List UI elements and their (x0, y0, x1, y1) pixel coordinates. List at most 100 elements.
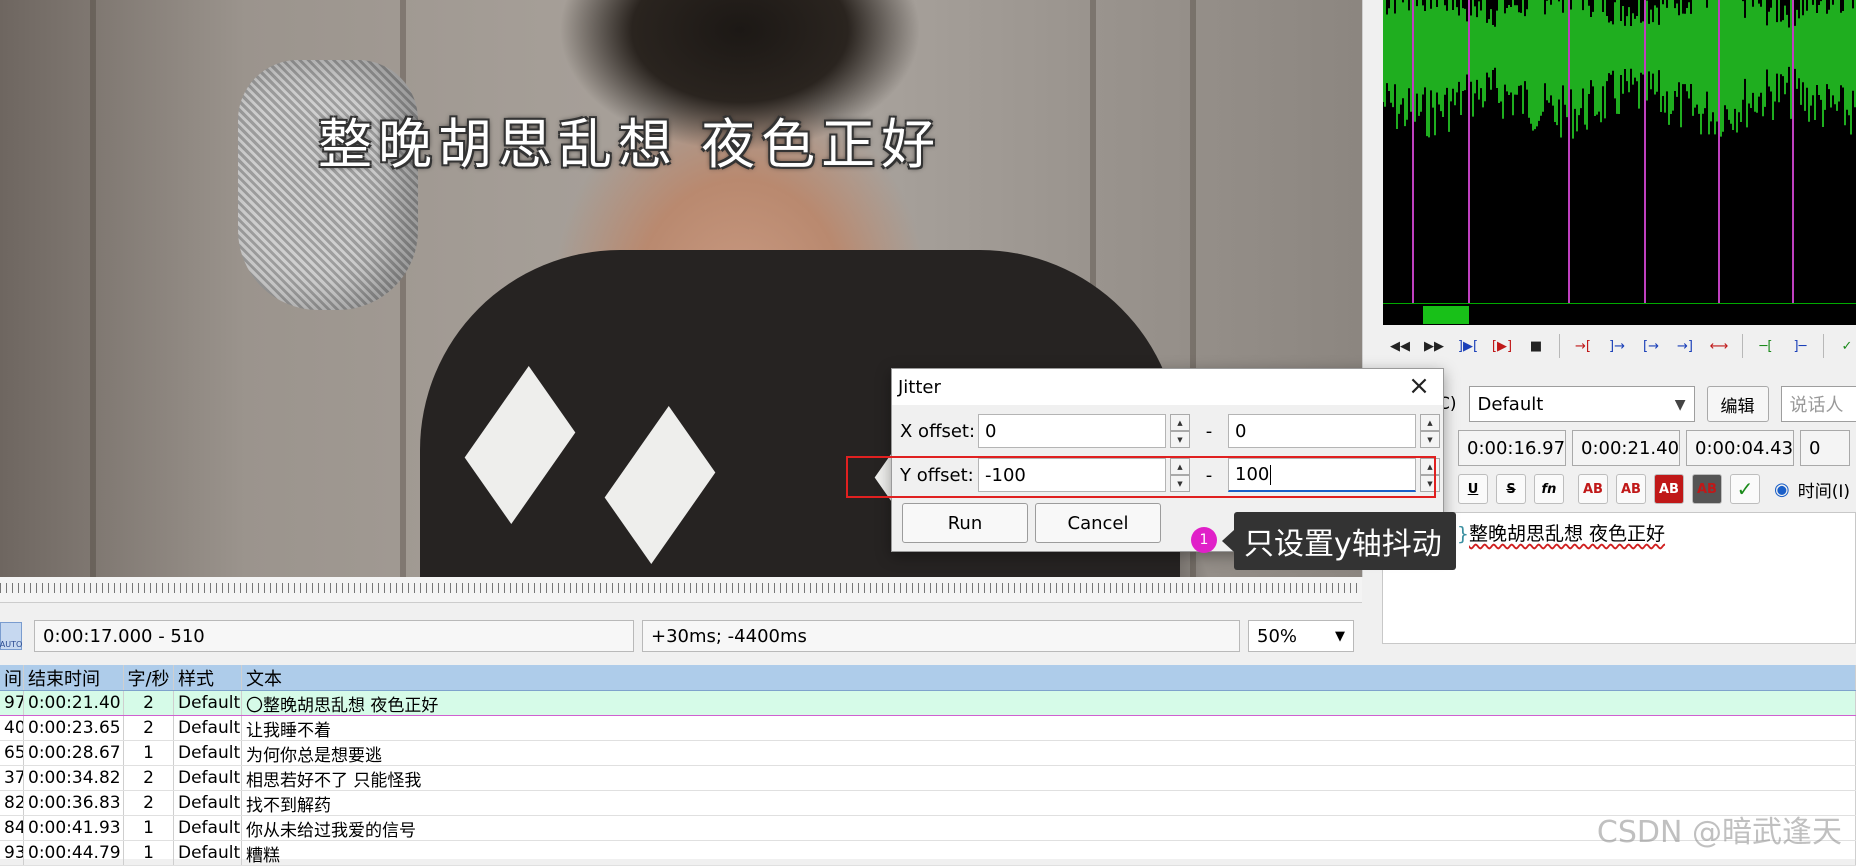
range-dash: - (1205, 420, 1213, 442)
microphone-image (238, 60, 418, 310)
header-style[interactable]: 样式 (174, 665, 242, 690)
header-end[interactable]: 结束时间 (24, 665, 124, 690)
x-offset-min-spinner[interactable]: ▲ ▼ (1170, 414, 1190, 448)
cell-start: 97 (0, 691, 24, 715)
x-offset-label: X offset: (900, 420, 976, 442)
start-time-field[interactable]: 0:00:16.97 (1458, 430, 1566, 466)
waveform-scrollbar[interactable] (1383, 303, 1856, 325)
cancel-button[interactable]: Cancel (1035, 503, 1161, 543)
underline-button[interactable]: U (1458, 474, 1488, 504)
header-cps[interactable]: 字/秒 (124, 665, 174, 690)
cell-cps: 2 (124, 791, 174, 815)
play-after-icon[interactable]: ]→ (1602, 332, 1632, 360)
style-select-value: Default (1477, 393, 1544, 415)
cell-style: Default (174, 716, 242, 740)
secondary-color-button[interactable]: AB (1616, 474, 1646, 504)
annotation-marker: 1 (1191, 527, 1217, 553)
play-selection-begin-icon[interactable]: ]▶[ (1453, 332, 1483, 360)
cell-start: 82 (0, 791, 24, 815)
cell-end: 0:00:36.83 (24, 791, 124, 815)
table-row[interactable]: 40 0:00:23.65 2 Default 让我睡不着 (0, 716, 1856, 741)
time-radio-icon[interactable]: ◉ (1774, 479, 1790, 500)
duration-field[interactable]: 0:00:04.43 (1686, 430, 1794, 466)
time-radio-label[interactable]: 时间(I) (1798, 477, 1850, 502)
style-row: C) Default ▼ 编辑 说话人 (1438, 384, 1856, 424)
spin-down-icon[interactable]: ▼ (1170, 431, 1190, 448)
cell-text: 〇整晚胡思乱想 夜色正好 (242, 691, 1856, 715)
table-row[interactable]: 93 0:00:44.79 1 Default 糟糕 (0, 841, 1856, 866)
cell-end: 0:00:21.40 (24, 691, 124, 715)
format-toolbar: U S fn AB AB AB AB ✓ ◉ 时间(I) (1458, 474, 1850, 504)
spin-down-icon[interactable]: ▼ (1420, 431, 1440, 448)
play-line-icon[interactable]: ⟷ (1704, 332, 1734, 360)
table-row[interactable]: 82 0:00:36.83 2 Default 找不到解药 (0, 791, 1856, 816)
commit-icon[interactable]: ✓ (1832, 332, 1856, 360)
forward-icon[interactable]: ▶▶ (1419, 332, 1449, 360)
table-row[interactable]: 97 0:00:21.40 2 Default 〇整晚胡思乱想 夜色正好 (0, 691, 1856, 716)
cell-style: Default (174, 691, 242, 715)
edit-box-text: 整晚胡思乱想 夜色正好 (1468, 523, 1666, 545)
watermark: CSDN @暗武逢天 (1596, 815, 1842, 850)
table-row[interactable]: 65 0:00:28.67 1 Default 为何你总是想要逃 (0, 741, 1856, 766)
chevron-down-icon: ▼ (1674, 397, 1686, 413)
table-row[interactable]: 37 0:00:34.82 2 Default 相思若好不了 只能怪我 (0, 766, 1856, 791)
waveform-scroll-thumb[interactable] (1423, 306, 1469, 324)
audio-waveform[interactable] (1383, 0, 1856, 303)
cell-end: 0:00:44.79 (24, 841, 124, 865)
cell-cps: 2 (124, 716, 174, 740)
cell-cps: 2 (124, 691, 174, 715)
subtitle-grid: 间 结束时间 字/秒 样式 文本 97 0:00:21.40 2 Default 〇整晚… (0, 665, 1856, 866)
lead-out-icon[interactable]: ]─ (1785, 332, 1815, 360)
table-row[interactable]: 84 0:00:41.93 1 Default 你从未给过我爱的信号 (0, 816, 1856, 841)
style-select[interactable]: Default ▼ (1468, 386, 1695, 422)
cell-style: Default (174, 841, 242, 865)
font-button[interactable]: fn (1534, 474, 1564, 504)
cell-start: 37 (0, 766, 24, 790)
x-offset-max-spinner[interactable]: ▲ ▼ (1420, 414, 1440, 448)
play-selection-icon[interactable]: [▶] (1487, 332, 1517, 360)
cell-style: Default (174, 791, 242, 815)
cell-cps: 1 (124, 816, 174, 840)
dialog-titlebar: Jitter × (892, 369, 1443, 405)
waveform-graphic (1383, 0, 1856, 303)
play-before-icon[interactable]: →[ (1568, 332, 1598, 360)
x-offset-max-input[interactable]: 0 (1228, 414, 1416, 448)
spin-up-icon[interactable]: ▲ (1420, 414, 1440, 431)
play-begin-icon[interactable]: [→ (1636, 332, 1666, 360)
video-seek-bar[interactable] (0, 577, 1362, 603)
header-text[interactable]: 文本 (242, 665, 1856, 690)
zoom-select[interactable]: 50% ▼ (1248, 620, 1354, 652)
play-end-icon[interactable]: →] (1670, 332, 1700, 360)
x-offset-min-input[interactable]: 0 (978, 414, 1166, 448)
dialog-title: Jitter (898, 376, 941, 398)
annotation-callout: 只设置y轴抖动 (1222, 512, 1456, 570)
run-button[interactable]: Run (902, 503, 1028, 543)
margin-field[interactable]: 0 (1800, 430, 1850, 466)
video-time-field[interactable]: 0:00:17.000 - 510 (34, 620, 634, 652)
primary-color-button[interactable]: AB (1578, 474, 1608, 504)
cell-end: 0:00:34.82 (24, 766, 124, 790)
spin-up-icon[interactable]: ▲ (1170, 414, 1190, 431)
cell-start: 84 (0, 816, 24, 840)
lead-in-icon[interactable]: ─[ (1751, 332, 1781, 360)
actor-field[interactable]: 说话人 (1780, 386, 1856, 422)
cell-text: 让我睡不着 (242, 716, 1856, 740)
strikeout-button[interactable]: S (1496, 474, 1526, 504)
stop-icon[interactable]: ■ (1521, 332, 1551, 360)
zoom-value: 50% (1257, 625, 1298, 647)
edit-style-button[interactable]: 编辑 (1706, 386, 1769, 422)
cell-end: 0:00:23.65 (24, 716, 124, 740)
cell-cps: 1 (124, 741, 174, 765)
auto-scroll-icon[interactable]: AUTO (0, 622, 22, 650)
rewind-icon[interactable]: ◀◀ (1385, 332, 1415, 360)
video-subtitle: 整晚胡思乱想 夜色正好 (318, 113, 942, 176)
audio-toolbar: ◀◀ ▶▶ ]▶[ [▶] ■ →[ ]→ [→ →] ⟷ ─[ ]─ ✓ (1385, 330, 1856, 362)
chevron-down-icon: ▼ (1335, 628, 1345, 644)
end-time-field[interactable]: 0:00:21.40 (1572, 430, 1680, 466)
cell-style: Default (174, 816, 242, 840)
outline-color-button[interactable]: AB (1654, 474, 1684, 504)
commit-check-icon[interactable]: ✓ (1730, 474, 1760, 504)
header-start[interactable]: 间 (0, 665, 24, 690)
shadow-color-button[interactable]: AB (1692, 474, 1722, 504)
close-icon[interactable]: × (1405, 373, 1433, 401)
